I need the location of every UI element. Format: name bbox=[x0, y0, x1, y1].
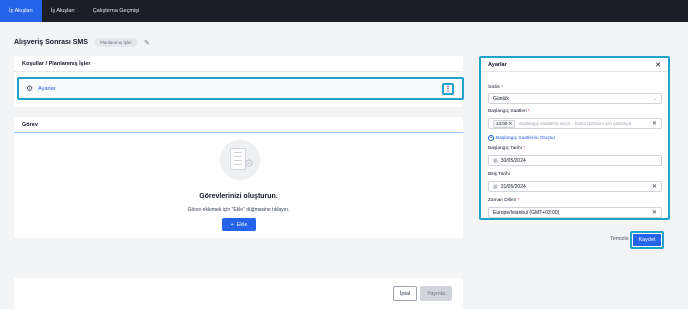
tab-run-history[interactable]: Çalıştırma Geçmişi bbox=[84, 0, 148, 22]
empty-state-subtitle: Görev eklemek için "Ekle" düğmesine tıkl… bbox=[187, 207, 290, 213]
cancel-button[interactable]: İptal bbox=[393, 286, 417, 301]
settings-panel: Ayarlar ✕ Sıklık * Günlük ⌄ Başlangıç Sa… bbox=[479, 56, 670, 220]
end-date-value: 31/05/2024 bbox=[500, 183, 526, 190]
clear-timezone-icon[interactable]: ✕ bbox=[652, 209, 657, 216]
page-header: Alışveriş Sonrası SMS Planlanmış İşler ✎ bbox=[14, 38, 150, 47]
footer-panel: İptal Yayınla bbox=[14, 278, 463, 309]
close-icon[interactable]: ✕ bbox=[655, 61, 661, 69]
empty-tasks-illustration-icon: ⚙ bbox=[220, 140, 260, 180]
condition-item-label[interactable]: Ayarlar bbox=[38, 86, 55, 92]
start-times-placeholder: Başlangıç saatlerini seçin... Daha fazla… bbox=[519, 121, 632, 126]
top-nav: İş Akışları İş Akışları Çalıştırma Geçmi… bbox=[0, 0, 688, 22]
tasks-panel: Görev ⚙ Görevlerinizi oluşturun. Görev e… bbox=[14, 117, 463, 238]
plus-icon: + bbox=[230, 221, 234, 228]
timezone-select[interactable]: Europe/Istanbul (GMT+03:00) ✕ bbox=[488, 207, 662, 218]
tab-workflows[interactable]: İş Akışları bbox=[42, 0, 84, 22]
add-start-times-link[interactable]: + Başlangıç Saatlerini Oluştur bbox=[488, 135, 555, 141]
frequency-value: Günlük bbox=[493, 95, 509, 102]
conditions-heading: Koşullar / Planlanmış İşler bbox=[14, 56, 463, 72]
conditions-panel: Koşullar / Planlanmış İşler ⚙ Ayarlar ⋮ bbox=[14, 56, 464, 107]
settings-title: Ayarlar bbox=[488, 61, 507, 68]
pencil-icon[interactable]: ✎ bbox=[144, 39, 150, 47]
vertical-dots-icon[interactable]: ⋮ bbox=[442, 83, 454, 95]
settings-header: Ayarlar ✕ bbox=[481, 58, 668, 72]
calendar-icon: ▦ bbox=[493, 157, 498, 164]
plus-circle-icon: + bbox=[488, 134, 494, 141]
start-date-value: 30/05/2024 bbox=[500, 157, 526, 164]
chevron-down-icon: ⌄ bbox=[652, 95, 657, 102]
start-time-chip[interactable]: 13:00 ✕ bbox=[493, 119, 516, 128]
calendar-icon: ▦ bbox=[493, 183, 498, 190]
end-date-field[interactable]: ▦ 31/05/2024 ✕ bbox=[488, 181, 662, 192]
tab-workflows-active[interactable]: İş Akışları bbox=[0, 0, 42, 22]
empty-state-title: Görevlerinizi oluşturun. bbox=[199, 193, 278, 200]
add-task-label: Ekle bbox=[236, 221, 248, 228]
gears-icon: ⚙ bbox=[26, 84, 34, 93]
status-badge: Planlanmış İşler bbox=[93, 38, 138, 47]
start-times-input[interactable]: 13:00 ✕ Başlangıç saatlerini seçin... Da… bbox=[488, 118, 662, 129]
page-title: Alışveriş Sonrası SMS bbox=[14, 39, 88, 46]
timezone-value: Europe/Istanbul (GMT+03:00) bbox=[493, 209, 560, 216]
publish-button[interactable]: Yayınla bbox=[420, 286, 452, 301]
tasks-heading: Görev bbox=[14, 117, 463, 133]
save-button[interactable]: Kaydet bbox=[630, 231, 664, 249]
start-date-field[interactable]: ▦ 30/05/2024 bbox=[488, 155, 662, 166]
timezone-label: Zaman Dilimi * bbox=[488, 198, 520, 203]
condition-item-settings[interactable]: ⚙ Ayarlar ⋮ bbox=[17, 77, 464, 100]
add-task-button[interactable]: + Ekle bbox=[222, 218, 256, 231]
clear-start-times-icon[interactable]: ✕ bbox=[652, 120, 657, 127]
start-date-label: Başlangıç Tarihi * bbox=[488, 146, 525, 151]
end-date-label: Bitiş Tarihi bbox=[488, 172, 510, 177]
frequency-label: Sıklık * bbox=[488, 85, 503, 90]
clear-button[interactable]: Temizle bbox=[610, 236, 629, 242]
frequency-select[interactable]: Günlük ⌄ bbox=[488, 93, 662, 104]
start-times-label: Başlangıç Saatleri * bbox=[488, 109, 530, 114]
clear-end-date-icon[interactable]: ✕ bbox=[652, 183, 657, 190]
